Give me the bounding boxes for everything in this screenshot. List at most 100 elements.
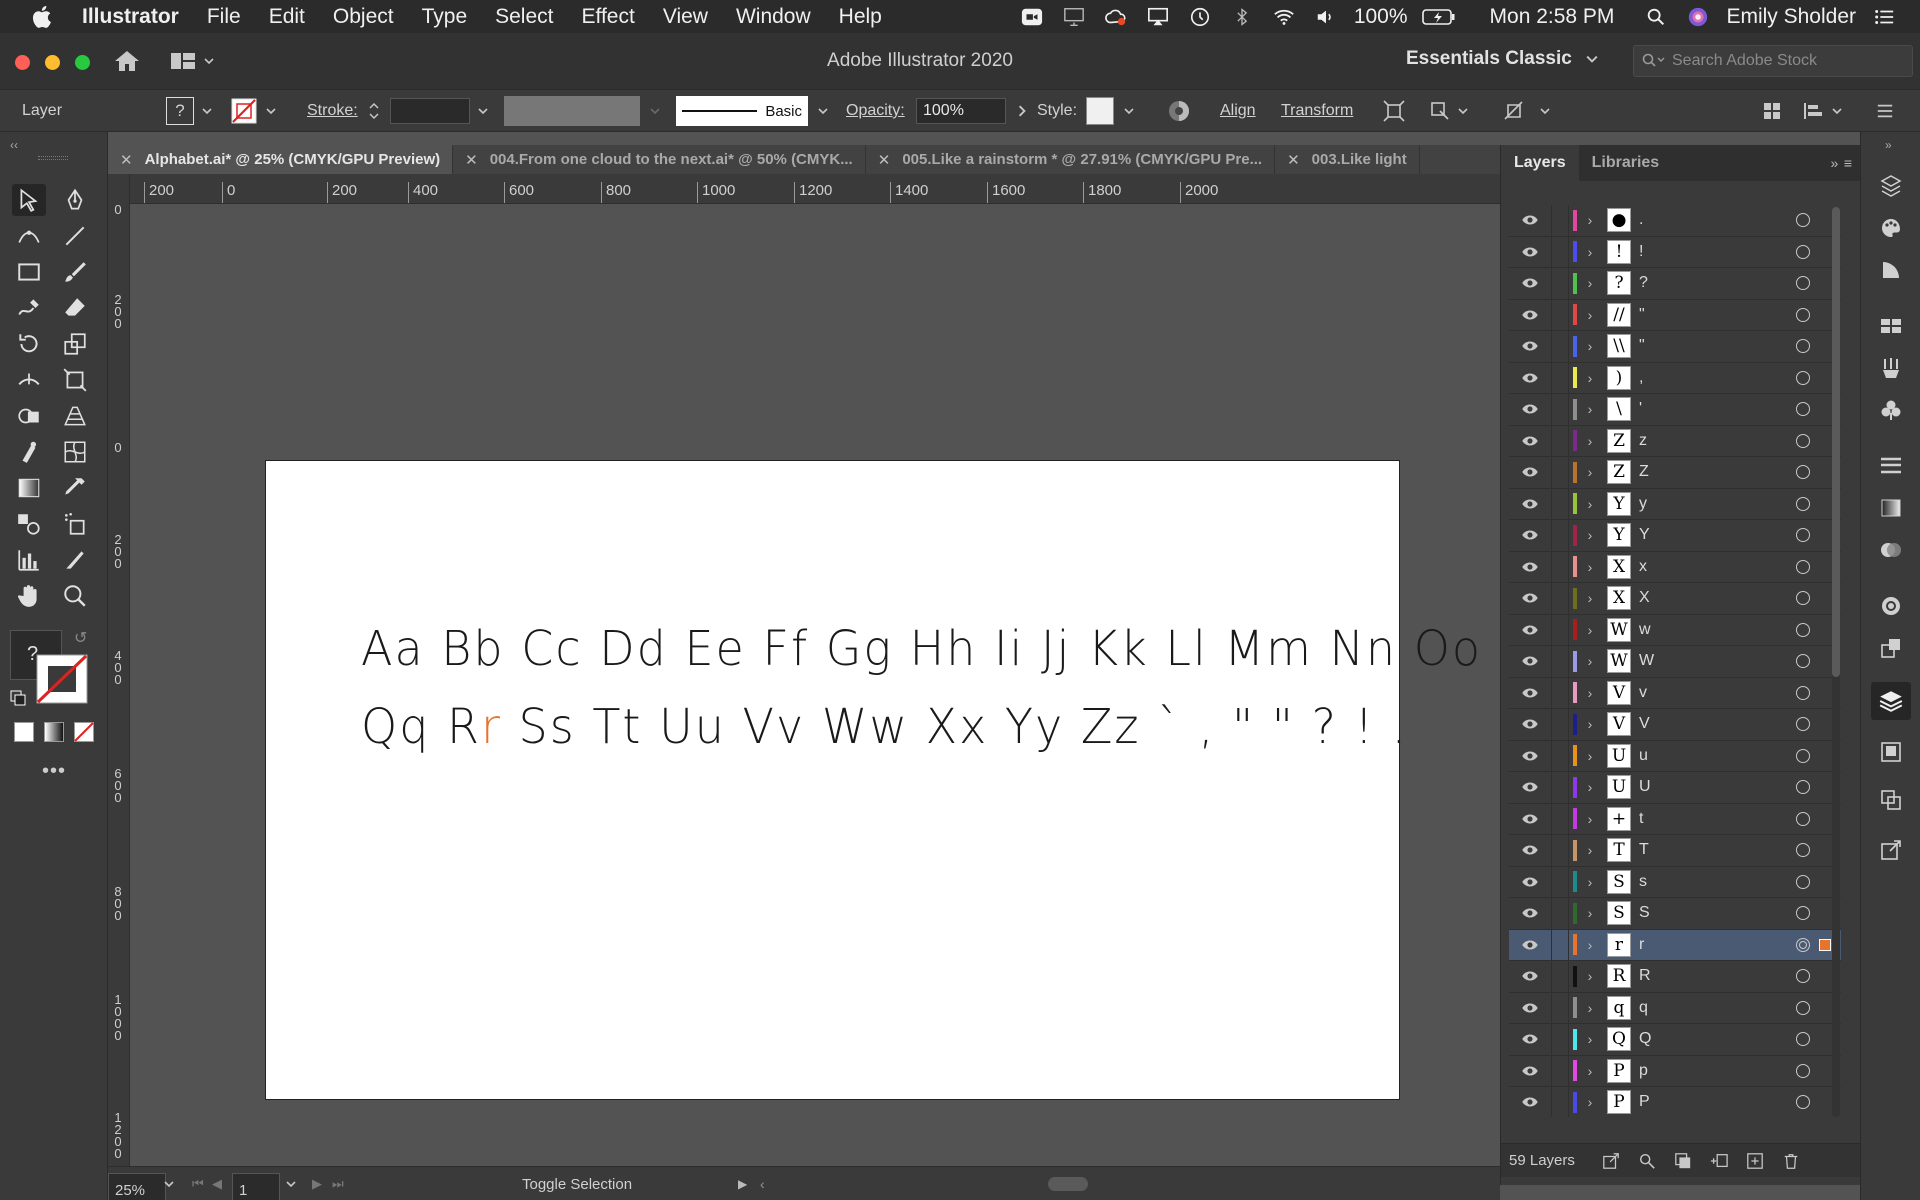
- apple-menu-icon[interactable]: [30, 4, 56, 30]
- layer-name[interactable]: v: [1639, 684, 1759, 702]
- visibility-eye-icon[interactable]: [1515, 1096, 1545, 1108]
- layer-row[interactable]: › ●.: [1509, 205, 1841, 237]
- layer-name[interactable]: ": [1639, 306, 1759, 324]
- brushes-panel-icon[interactable]: [1877, 354, 1905, 382]
- document-canvas[interactable]: Aa Bb Cc Dd Ee Ff Gg Hh Ii Jj Kk Ll Mm N…: [130, 204, 1500, 1166]
- layer-row[interactable]: ›!!: [1509, 236, 1841, 268]
- visibility-eye-icon[interactable]: [1515, 844, 1545, 856]
- visibility-eye-icon[interactable]: [1515, 655, 1545, 667]
- stroke-label[interactable]: Stroke:: [307, 90, 358, 132]
- gradient-panel-icon[interactable]: [1877, 494, 1905, 522]
- lock-toggle[interactable]: [1551, 645, 1569, 677]
- collect-for-export-icon[interactable]: [1601, 1151, 1621, 1171]
- battery-icon[interactable]: [1421, 5, 1456, 29]
- volume-icon[interactable]: [1312, 5, 1340, 29]
- visibility-eye-icon[interactable]: [1515, 1033, 1545, 1045]
- layer-name[interactable]: ?: [1639, 274, 1759, 292]
- target-circle-icon[interactable]: [1796, 276, 1810, 291]
- layer-name[interactable]: u: [1639, 747, 1759, 765]
- lock-toggle[interactable]: [1551, 677, 1569, 709]
- layer-name[interactable]: ": [1639, 337, 1759, 355]
- previous-artboard-icon[interactable]: ◀: [212, 1167, 222, 1200]
- target-circle-icon[interactable]: [1796, 559, 1810, 574]
- layer-row[interactable]: › q q: [1509, 992, 1841, 1024]
- make-clipping-mask-icon[interactable]: [1673, 1151, 1693, 1171]
- vertical-ruler[interactable]: 0 200 0 200 400 600 800 1000 1200: [108, 174, 130, 1166]
- properties-panel-icon[interactable]: [1877, 172, 1905, 200]
- expand-layer-chevron-icon[interactable]: ›: [1577, 937, 1603, 953]
- layer-row[interactable]: › Zz: [1509, 425, 1841, 457]
- target-circle-icon[interactable]: [1796, 465, 1810, 480]
- layer-row[interactable]: ›),: [1509, 362, 1841, 394]
- expand-layer-chevron-icon[interactable]: ›: [1577, 307, 1603, 323]
- expand-layer-chevron-icon[interactable]: ›: [1577, 842, 1603, 858]
- close-tab-icon[interactable]: ✕: [1287, 151, 1300, 169]
- layer-name[interactable]: r: [1639, 936, 1759, 954]
- menubar-clock[interactable]: Mon 2:58 PM: [1490, 5, 1615, 29]
- selected-glyph-r[interactable]: r: [481, 698, 502, 755]
- target-circle-icon[interactable]: [1796, 1032, 1810, 1047]
- visibility-eye-icon[interactable]: [1515, 403, 1545, 415]
- notification-center-icon[interactable]: [1870, 5, 1898, 29]
- select-similar-icon[interactable]: [1428, 90, 1468, 132]
- layer-name[interactable]: q: [1639, 999, 1759, 1017]
- lock-toggle[interactable]: [1551, 803, 1569, 835]
- asset-export-icon[interactable]: [1877, 836, 1905, 864]
- stroke-panel-icon[interactable]: [1877, 452, 1905, 480]
- visibility-eye-icon[interactable]: [1515, 277, 1545, 289]
- visibility-eye-icon[interactable]: [1515, 813, 1545, 825]
- shaper-tool-icon[interactable]: [12, 292, 46, 324]
- target-circle-icon[interactable]: [1796, 244, 1810, 259]
- swap-fill-stroke-icon[interactable]: ↺: [74, 628, 87, 648]
- stroke-weight-field[interactable]: [390, 98, 470, 124]
- puppet-warp-icon[interactable]: [1502, 90, 1550, 132]
- spotlight-search-icon[interactable]: [1642, 5, 1670, 29]
- delete-layer-icon[interactable]: [1781, 1151, 1801, 1171]
- isolate-group-icon[interactable]: [1382, 90, 1406, 132]
- expand-layer-chevron-icon[interactable]: ›: [1577, 779, 1603, 795]
- layer-row[interactable]: › U U: [1509, 771, 1841, 804]
- color-mode-button[interactable]: [14, 722, 34, 742]
- tab-like-light[interactable]: ✕ 003.Like light: [1275, 145, 1420, 174]
- target-circle-icon[interactable]: [1796, 339, 1810, 354]
- expand-layer-chevron-icon[interactable]: ›: [1577, 1000, 1603, 1016]
- symbols-panel-icon[interactable]: [1877, 396, 1905, 424]
- variable-width-profile[interactable]: [504, 90, 660, 132]
- visibility-eye-icon[interactable]: [1515, 1065, 1545, 1077]
- curvature-tool-icon[interactable]: [12, 220, 46, 252]
- paintbrush-tool-icon[interactable]: [58, 256, 92, 288]
- layer-row[interactable]: › Ss: [1509, 866, 1841, 898]
- target-circle-icon[interactable]: [1796, 748, 1810, 763]
- target-circle-icon[interactable]: [1796, 1095, 1810, 1110]
- workspace-switcher[interactable]: Essentials Classic: [1406, 48, 1598, 70]
- target-circle-icon[interactable]: [1796, 811, 1810, 826]
- target-circle-icon[interactable]: [1796, 433, 1810, 448]
- column-graph-tool-icon[interactable]: [12, 544, 46, 576]
- lock-toggle[interactable]: [1551, 897, 1569, 929]
- lock-toggle[interactable]: [1551, 1055, 1569, 1087]
- layer-name[interactable]: y: [1639, 495, 1759, 513]
- tab-libraries[interactable]: Libraries: [1579, 145, 1673, 181]
- menu-type[interactable]: Type: [422, 5, 468, 29]
- zoom-tool-icon[interactable]: [58, 580, 92, 612]
- layer-name[interactable]: t: [1639, 810, 1759, 828]
- lock-toggle[interactable]: [1551, 267, 1569, 299]
- opacity-control[interactable]: 100%: [916, 90, 1028, 132]
- target-circle-icon[interactable]: [1796, 654, 1810, 669]
- target-circle-icon[interactable]: [1796, 622, 1810, 637]
- siri-icon[interactable]: [1684, 5, 1712, 29]
- target-circle-icon[interactable]: [1796, 528, 1810, 543]
- visibility-eye-icon[interactable]: [1515, 718, 1545, 730]
- stroke-weight-stepper[interactable]: [368, 90, 488, 132]
- zoom-dropdown-chevron-icon[interactable]: [164, 1167, 174, 1200]
- mesh-tool-icon[interactable]: [12, 436, 46, 468]
- layer-row[interactable]: › W W: [1509, 645, 1841, 678]
- menu-window[interactable]: Window: [736, 5, 811, 29]
- layers-panel-icon[interactable]: [1871, 682, 1911, 720]
- target-circle-icon[interactable]: [1796, 370, 1810, 385]
- expand-layer-chevron-icon[interactable]: ›: [1577, 433, 1603, 449]
- alphabet-line-2[interactable]: Qq Rr Ss Tt Uu Vv Ww Xx Yy Zz ` , " " ? …: [361, 698, 1408, 755]
- layer-row[interactable]: › + t: [1509, 803, 1841, 835]
- expand-layer-chevron-icon[interactable]: ›: [1577, 874, 1603, 890]
- graphic-style-picker[interactable]: [1086, 90, 1134, 132]
